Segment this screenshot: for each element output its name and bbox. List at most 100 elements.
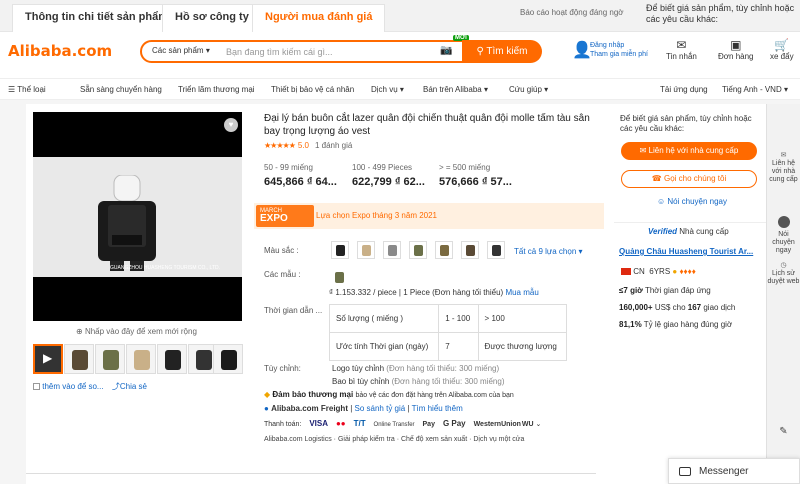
header-messages[interactable]: ✉ Tin nhắn xyxy=(666,38,697,61)
learn-more-link[interactable]: Tìm hiểu thêm xyxy=(412,404,463,413)
model-swatch[interactable] xyxy=(331,269,349,287)
zoom-icon: ⊕ xyxy=(76,327,83,336)
nav-ready-to-ship[interactable]: Sẵn sàng chuyển hàng xyxy=(80,85,162,94)
tab-buyer-reviews[interactable]: Người mua đánh giá xyxy=(252,4,386,32)
all-colors-link[interactable]: Tất cả 9 lựa chọn ▾ xyxy=(514,247,583,256)
tt-icon: T/T xyxy=(353,419,366,428)
on-time-rate-value: 81,1% xyxy=(619,320,642,329)
sidebar-chat[interactable]: Nói chuyện ngay xyxy=(767,216,800,255)
production-view-link[interactable]: Chế độ xem sản xuất xyxy=(401,436,467,443)
share-link[interactable]: Chia sẻ xyxy=(120,382,147,391)
enlarge-hint[interactable]: ⊕ Nhấp vào đây để xem mới rộng xyxy=(76,327,197,336)
freight-title: Alibaba.com Freight xyxy=(271,404,348,413)
google-pay-icon: G Pay xyxy=(442,419,466,428)
freight-info: ● Alibaba.com Freight | So sánh tỷ giá |… xyxy=(264,404,463,413)
chat-now-label: Nói chuyện ngay xyxy=(667,197,727,206)
camera-icon[interactable]: 📷 xyxy=(440,45,452,56)
payment-label: Thanh toán: xyxy=(264,421,302,428)
thumbnail[interactable] xyxy=(64,344,94,374)
nav-trade-shows[interactable]: Triển lãm thương mại xyxy=(178,85,255,94)
color-swatch[interactable] xyxy=(435,241,453,259)
lead-time-table: Số lượng ( miếng ) 1 - 100 > 100 Ước tính … xyxy=(328,304,568,361)
table-cell: 7 xyxy=(438,332,479,361)
signin-link[interactable]: Đăng nhập xyxy=(590,41,648,50)
trade-assurance[interactable]: ◆ Đảm bảo thương mại bảo vệ các đơn đặt … xyxy=(264,390,514,399)
star-rating-icon: ★★★★★ xyxy=(264,141,296,150)
chat-now-link[interactable]: ☺ Nói chuyện ngay xyxy=(657,197,727,206)
header-orders[interactable]: ▣ Đơn hàng xyxy=(718,38,754,61)
on-time-rate-label: Tỷ lệ giao hàng đúng giờ xyxy=(643,320,733,329)
search-input[interactable] xyxy=(226,42,436,61)
freight-icon: ● xyxy=(264,404,269,413)
color-swatch[interactable] xyxy=(461,241,479,259)
header-cart[interactable]: 🛒 xe đẩy xyxy=(770,38,794,61)
sidebar-contact[interactable]: ✉ Liên hệ với nhà cung cấp xyxy=(767,152,800,184)
tab-company-profile[interactable]: Hồ sơ công ty xyxy=(162,4,262,32)
product-rating[interactable]: ★★★★★ 5.0 1 đánh giá xyxy=(264,141,352,150)
search-button[interactable]: ⚲ Tìm kiếm xyxy=(462,40,542,63)
nav-categories[interactable]: ☰ Thể loại xyxy=(8,85,46,94)
tab-product-details[interactable]: Thông tin chi tiết sản phẩm xyxy=(12,4,181,32)
price-tier-price: 576,666 ₫ 57... xyxy=(439,176,512,188)
join-link[interactable]: Tham gia miễn phí xyxy=(590,50,648,59)
call-us-label: Gọi cho chúng tôi xyxy=(663,174,727,183)
alibaba-logo[interactable]: Alibaba.com xyxy=(8,42,112,60)
report-link[interactable]: Báo cáo hoạt động đáng ngờ xyxy=(520,8,624,17)
avatar xyxy=(777,216,790,228)
logistics-link[interactable]: Alibaba.com Logistics xyxy=(264,436,332,443)
top-inquiry-text: Để biết giá sản phẩm, tùy chỉnh hoặc các… xyxy=(646,3,795,24)
color-swatch[interactable] xyxy=(357,241,375,259)
sidebar-history-label: Lịch sử duyệt web xyxy=(767,270,800,285)
transactions: 160,000+ US$ cho 167 giao dịch xyxy=(619,303,735,312)
thumbnail[interactable] xyxy=(213,344,243,374)
expo-banner[interactable]: MARCH EXPO Lựa chọn Expo tháng 3 năm 2021 xyxy=(254,203,604,229)
color-swatch[interactable] xyxy=(331,241,349,259)
messenger-label: Messenger xyxy=(699,466,749,477)
custom-option-note: (Đơn hàng tối thiểu: 300 miếng) xyxy=(391,377,505,386)
nav-services[interactable]: Dịch vụ ▾ xyxy=(371,85,404,94)
all-colors-link-label: Tất cả 9 lựa chọn xyxy=(514,247,577,256)
nav-help[interactable]: Cứu giúp ▾ xyxy=(509,85,548,94)
thumbnail[interactable] xyxy=(95,344,125,374)
call-us-button[interactable]: ☎ Gọi cho chúng tôi xyxy=(621,170,757,188)
feedback-icon[interactable]: ✎ xyxy=(767,427,800,437)
chevron-down-icon[interactable]: ⌄ xyxy=(536,421,542,428)
one-stop-link[interactable]: Dịch vụ một cửa xyxy=(473,436,524,443)
supplier-name-link[interactable]: Quảng Châu Huasheng Tourist Ar... xyxy=(619,247,753,256)
color-swatch[interactable] xyxy=(409,241,427,259)
contact-supplier-button[interactable]: ✉ Liên hệ với nhà cung cấp xyxy=(621,142,757,160)
nav-sell[interactable]: Bán trên Alibaba ▾ xyxy=(423,85,488,94)
thumbnail[interactable] xyxy=(157,344,187,374)
apple-pay-label: Pay xyxy=(422,421,435,428)
transactions-value: 160,000+ xyxy=(619,303,653,312)
buy-sample-link[interactable]: Mua mẫu xyxy=(505,288,538,297)
sidebar-history[interactable]: ◷ Lịch sử duyệt web xyxy=(767,262,800,286)
nav-get-app[interactable]: Tải ứng dụng xyxy=(660,85,708,94)
inspection-link[interactable]: Giải pháp kiểm tra xyxy=(338,436,395,443)
messenger-button[interactable]: Messenger xyxy=(668,458,800,484)
table-row: Số lượng ( miếng ) 1 - 100 > 100 xyxy=(328,304,568,333)
enlarge-hint-text: Nhấp vào đây để xem mới rộng xyxy=(84,327,197,336)
color-swatch[interactable] xyxy=(487,241,505,259)
favorite-icon[interactable]: ♥ xyxy=(224,118,238,132)
phone-icon: ☎ xyxy=(651,174,662,183)
nav-ppe[interactable]: Thiết bị bảo vệ cá nhân xyxy=(271,85,354,94)
custom-option: Logo tùy chỉnh (Đơn hàng tối thiểu: 300 … xyxy=(332,364,499,373)
custom-option-note: (Đơn hàng tối thiểu: 300 miếng) xyxy=(386,364,500,373)
compare-checkbox[interactable] xyxy=(33,383,40,391)
add-compare-link[interactable]: thêm vào để so... xyxy=(42,382,103,391)
nav-language[interactable]: Tiếng Anh - VND ▾ xyxy=(722,85,788,94)
price-tier-qty: 100 - 499 Pieces xyxy=(352,163,413,172)
verified-label: Verified xyxy=(648,227,678,236)
table-cell: Ước tính Thời gian (ngày) xyxy=(328,332,440,361)
compare-rates-link[interactable]: So sánh tỷ giá xyxy=(355,404,406,413)
table-row: Ước tính Thời gian (ngày) 7 Được thương lư… xyxy=(328,332,568,361)
color-swatch[interactable] xyxy=(383,241,401,259)
price-tier-qty: > = 500 miếng xyxy=(439,163,491,172)
transactions-count: 167 xyxy=(687,303,702,312)
thumbnail-video[interactable]: ▶ xyxy=(33,344,63,374)
cart-icon: 🛒 xyxy=(774,38,790,52)
thumbnail[interactable] xyxy=(126,344,156,374)
product-title: Đại lý bán buôn cắt lazer quân đội chiến… xyxy=(264,113,590,137)
category-dropdown[interactable]: Các sản phẩm ▾ xyxy=(152,46,210,55)
